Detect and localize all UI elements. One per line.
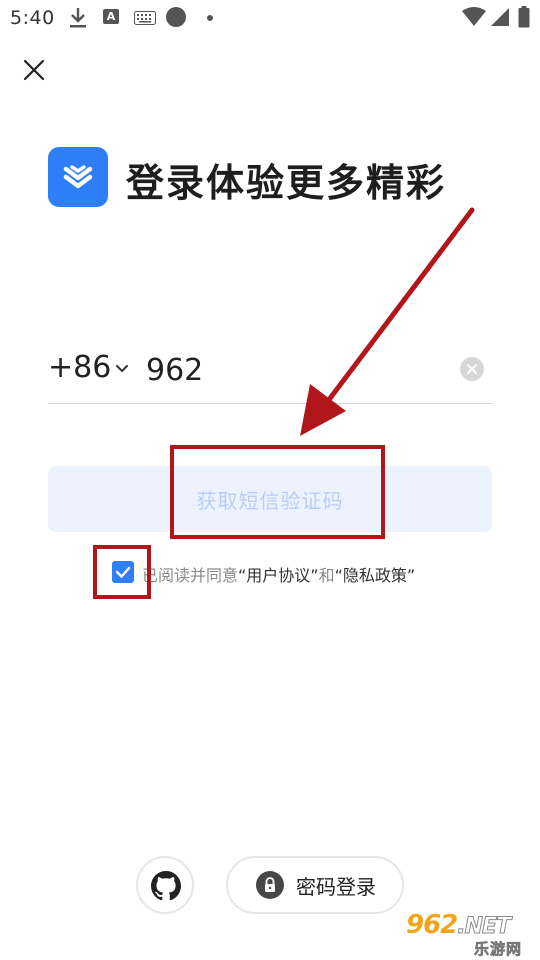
wifi-icon	[462, 7, 486, 26]
clear-circle-icon	[466, 363, 478, 375]
layers-chevron-icon	[63, 165, 93, 189]
watermark-number: 962	[406, 910, 458, 940]
agreement-conjunction: 和	[318, 566, 335, 585]
watermark-logo: 962.NET	[406, 910, 512, 940]
more-notifications-dot-icon	[207, 15, 213, 21]
privacy-policy-link[interactable]: “隐私政策”	[335, 566, 416, 585]
status-bar: 5:40 A	[0, 0, 540, 36]
signal-icon	[491, 8, 509, 26]
lock-icon	[256, 871, 284, 899]
watermark-subtitle: 乐游网	[474, 940, 523, 959]
github-login-button[interactable]	[136, 856, 194, 914]
annotation-highlight-checkbox	[93, 545, 151, 599]
watermark-suffix: .NET	[457, 914, 512, 940]
download-icon	[70, 8, 86, 28]
agreement-text: 已阅读并同意“用户协议”和“隐私政策”	[142, 562, 415, 586]
page-title: 登录体验更多精彩	[126, 161, 447, 205]
country-code-selector[interactable]: +86	[48, 350, 129, 385]
keyboard-icon	[134, 11, 156, 25]
phone-number-input[interactable]	[146, 345, 446, 395]
close-icon[interactable]	[20, 56, 48, 84]
password-login-label: 密码登录	[296, 874, 376, 899]
country-code-label: +86	[48, 350, 112, 385]
status-time: 5:40	[10, 7, 55, 29]
github-icon	[151, 871, 181, 901]
phone-input-divider	[48, 403, 492, 404]
chevron-down-icon	[116, 364, 129, 372]
battery-icon	[518, 6, 530, 28]
annotation-highlight-verify	[170, 445, 385, 539]
agreement-prefix: 已阅读并同意	[142, 566, 239, 585]
circle-notification-icon	[166, 7, 186, 27]
user-agreement-link[interactable]: “用户协议”	[238, 566, 319, 585]
app-logo	[48, 147, 108, 207]
password-login-button[interactable]: 密码登录	[226, 856, 404, 914]
clear-input-button[interactable]	[460, 357, 484, 381]
keyboard-a-icon: A	[103, 9, 119, 24]
site-watermark: 962.NET 乐游网	[400, 910, 540, 960]
